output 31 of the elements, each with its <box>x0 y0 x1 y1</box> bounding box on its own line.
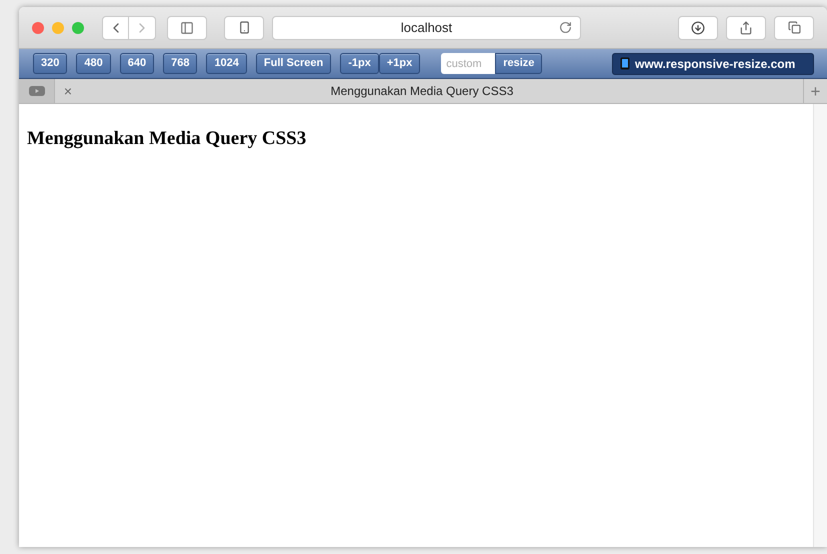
tablet-icon <box>620 57 630 70</box>
size-button[interactable]: 640 <box>120 53 154 74</box>
download-icon <box>691 20 705 34</box>
share-icon <box>739 20 753 34</box>
reload-icon[interactable] <box>559 21 572 34</box>
phone-icon <box>238 21 250 34</box>
size-button[interactable]: 320 <box>33 53 68 74</box>
share-button[interactable] <box>726 16 766 40</box>
close-window-icon[interactable] <box>32 22 44 34</box>
address-bar[interactable]: localhost <box>272 16 581 40</box>
scrollbar-track[interactable] <box>813 104 827 547</box>
size-button[interactable]: 768 <box>163 53 198 74</box>
step-button[interactable]: +1px <box>378 53 420 74</box>
size-button[interactable]: Full Screen <box>256 53 332 74</box>
download-button[interactable] <box>678 16 718 40</box>
new-tab-button[interactable]: + <box>803 79 827 103</box>
close-tab-button[interactable]: × <box>55 84 81 98</box>
tabs-icon <box>788 21 800 34</box>
video-icon <box>28 86 44 96</box>
sidebar-button[interactable] <box>167 16 207 40</box>
site-link[interactable]: www.responsive-resize.com <box>612 52 814 74</box>
tab-title[interactable]: Menggunakan Media Query CSS3 <box>81 82 803 100</box>
resize-button[interactable]: resize <box>495 53 542 74</box>
page-heading: Menggunakan Media Query CSS3 <box>27 127 308 151</box>
custom-size-field[interactable]: custom <box>441 53 496 74</box>
step-button[interactable]: -1px <box>340 53 379 74</box>
size-button[interactable]: 1024 <box>206 53 247 74</box>
tabs-button[interactable] <box>774 16 814 40</box>
sidebar-icon <box>180 20 194 34</box>
device-button[interactable] <box>224 16 264 40</box>
size-button[interactable]: 480 <box>76 53 111 74</box>
